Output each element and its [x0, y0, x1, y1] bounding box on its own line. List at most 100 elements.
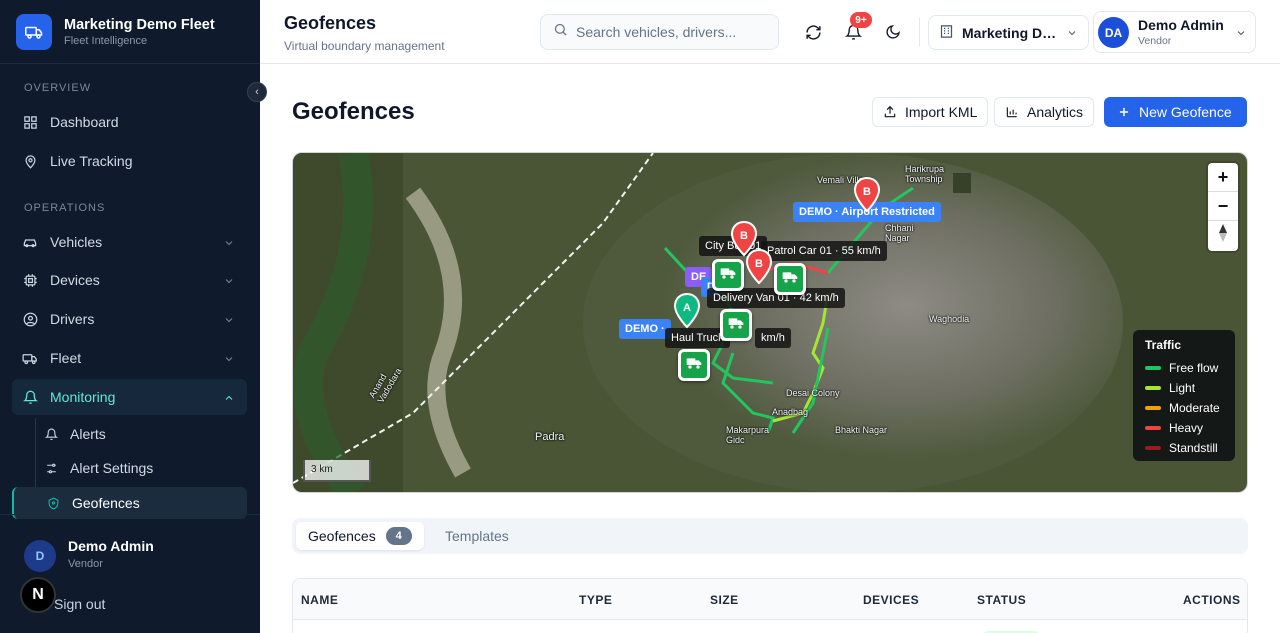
sidebar: Marketing Demo Fleet Fleet Intelligence … — [0, 0, 267, 633]
analytics-button[interactable]: Analytics — [994, 97, 1095, 127]
geofence-tabs: Geofences 4 Templates — [292, 518, 1248, 554]
chevron-down-icon — [1066, 26, 1078, 42]
chevron-down-icon — [223, 352, 235, 368]
legend-label: Free flow — [1169, 361, 1219, 375]
dashboard-icon — [22, 114, 38, 130]
sign-out-link[interactable]: Sign out — [54, 596, 105, 612]
chip-icon — [22, 272, 38, 288]
sidebar-item-vehicles[interactable]: Vehicles — [12, 224, 247, 260]
zoom-in-button[interactable]: + — [1208, 163, 1238, 192]
brand-subtitle: Fleet Intelligence — [64, 34, 148, 47]
avatar: DA — [1098, 17, 1129, 48]
user-circle-icon — [22, 311, 38, 327]
sidebar-item-alert-settings[interactable]: Alert Settings — [34, 452, 247, 484]
shield-icon — [46, 496, 60, 510]
pin-letter: B — [740, 230, 748, 242]
chevron-down-icon — [1235, 26, 1247, 44]
sidebar-item-label: Drivers — [50, 311, 95, 327]
vehicle-label: Patrol Car 01 · 55 km/h — [761, 241, 887, 261]
legend-swatch — [1145, 426, 1161, 430]
vehicle-marker[interactable] — [720, 309, 752, 341]
bar-chart-icon — [1005, 105, 1019, 119]
button-label: Import KML — [905, 104, 978, 120]
map-place-label: Desai Colony — [786, 388, 840, 398]
upload-icon — [883, 105, 897, 119]
chevron-down-icon — [223, 236, 235, 252]
truck-icon — [720, 266, 736, 285]
legend-swatch — [1145, 446, 1161, 450]
user-menu[interactable]: DA Demo Admin Vendor — [1093, 11, 1256, 53]
truck-icon — [22, 350, 38, 366]
truck-icon — [686, 356, 702, 375]
chevron-down-icon — [223, 274, 235, 290]
moon-icon[interactable] — [881, 20, 905, 44]
user-name: Demo Admin — [1138, 17, 1224, 33]
geofence-map[interactable]: Vemali Village Harikrupa Township Chhani… — [292, 152, 1248, 493]
column-header-size[interactable]: SIZE — [710, 593, 739, 607]
column-header-status[interactable]: STATUS — [977, 593, 1026, 607]
sidebar-item-dashboard[interactable]: Dashboard — [12, 104, 247, 140]
column-header-name[interactable]: NAME — [301, 593, 338, 607]
vehicle-marker[interactable] — [712, 259, 744, 291]
tab-label: Templates — [445, 528, 509, 544]
satellite-basemap — [293, 153, 1247, 492]
geofence-label[interactable]: DEMO · — [619, 319, 671, 339]
user-role: Vendor — [68, 558, 103, 570]
sidebar-item-drivers[interactable]: Drivers — [12, 301, 247, 337]
map-place-label: Waghodia — [929, 314, 970, 324]
legend-item: Heavy — [1145, 418, 1223, 438]
legend-item: Standstill — [1145, 438, 1223, 458]
sidebar-item-label: Alerts — [70, 426, 106, 442]
search-input[interactable] — [576, 24, 766, 40]
map-scale: 3 km — [303, 460, 371, 482]
section-label-overview: OVERVIEW — [24, 82, 92, 94]
organization-select[interactable]: Marketing Demo Fleet — [928, 15, 1089, 50]
map-pin-icon — [22, 153, 38, 169]
map-zoom-controls: + − — [1208, 163, 1238, 251]
sidebar-item-fleet[interactable]: Fleet — [12, 340, 247, 376]
map-place-label: Harikrupa Township — [905, 164, 945, 184]
legend-item: Free flow — [1145, 358, 1223, 378]
sidebar-item-devices[interactable]: Devices — [12, 262, 247, 298]
sidebar-item-alerts[interactable]: Alerts — [34, 418, 247, 450]
header-title: Geofences — [284, 13, 377, 33]
import-kml-button[interactable]: Import KML — [872, 97, 989, 127]
legend-label: Moderate — [1169, 401, 1220, 415]
top-header: Geofences Virtual boundary management 9+… — [260, 0, 1280, 64]
refresh-icon[interactable] — [801, 20, 825, 44]
compass-reset-button[interactable] — [1208, 221, 1238, 250]
vehicle-marker[interactable] — [678, 349, 710, 381]
sidebar-collapse-button[interactable]: ‹ — [247, 82, 267, 102]
organization-name: Marketing Demo Fleet — [962, 24, 1060, 41]
zoom-out-button[interactable]: − — [1208, 192, 1238, 221]
vehicle-marker[interactable] — [774, 263, 806, 295]
tab-geofences[interactable]: Geofences 4 — [296, 522, 424, 550]
framework-badge[interactable]: N — [20, 577, 56, 613]
pin-b-marker[interactable]: B — [853, 177, 881, 213]
building-icon — [939, 24, 954, 42]
avatar[interactable]: D — [24, 540, 56, 572]
sidebar-item-label: Dashboard — [50, 114, 119, 130]
sidebar-item-label: Geofences — [72, 495, 140, 511]
pin-b-marker[interactable]: B — [745, 249, 773, 285]
tab-templates[interactable]: Templates — [433, 522, 521, 550]
sliders-icon — [44, 461, 58, 475]
bell-icon — [22, 389, 38, 405]
sidebar-item-monitoring[interactable]: Monitoring — [12, 379, 247, 415]
search-box[interactable] — [540, 14, 779, 50]
map-place-label: Makarpura Gidc — [726, 425, 770, 445]
column-header-devices[interactable]: DEVICES — [863, 593, 919, 607]
truck-icon — [782, 270, 798, 289]
pin-a-marker[interactable]: A — [673, 293, 701, 329]
legend-label: Heavy — [1169, 421, 1204, 435]
new-geofence-button[interactable]: New Geofence — [1104, 97, 1247, 127]
chevron-left-icon: ‹ — [255, 86, 259, 98]
sidebar-item-label: Vehicles — [50, 234, 103, 250]
geofences-table: NAME TYPE SIZE DEVICES STATUS ACTIONS — [292, 578, 1248, 633]
user-role: Vendor — [1138, 35, 1172, 47]
map-place-label: Padra — [535, 431, 565, 443]
column-header-type[interactable]: TYPE — [579, 593, 612, 607]
sidebar-user: D Demo Admin Vendor Sign out — [0, 514, 260, 633]
search-icon — [553, 22, 568, 42]
sidebar-item-live-tracking[interactable]: Live Tracking — [12, 143, 247, 179]
